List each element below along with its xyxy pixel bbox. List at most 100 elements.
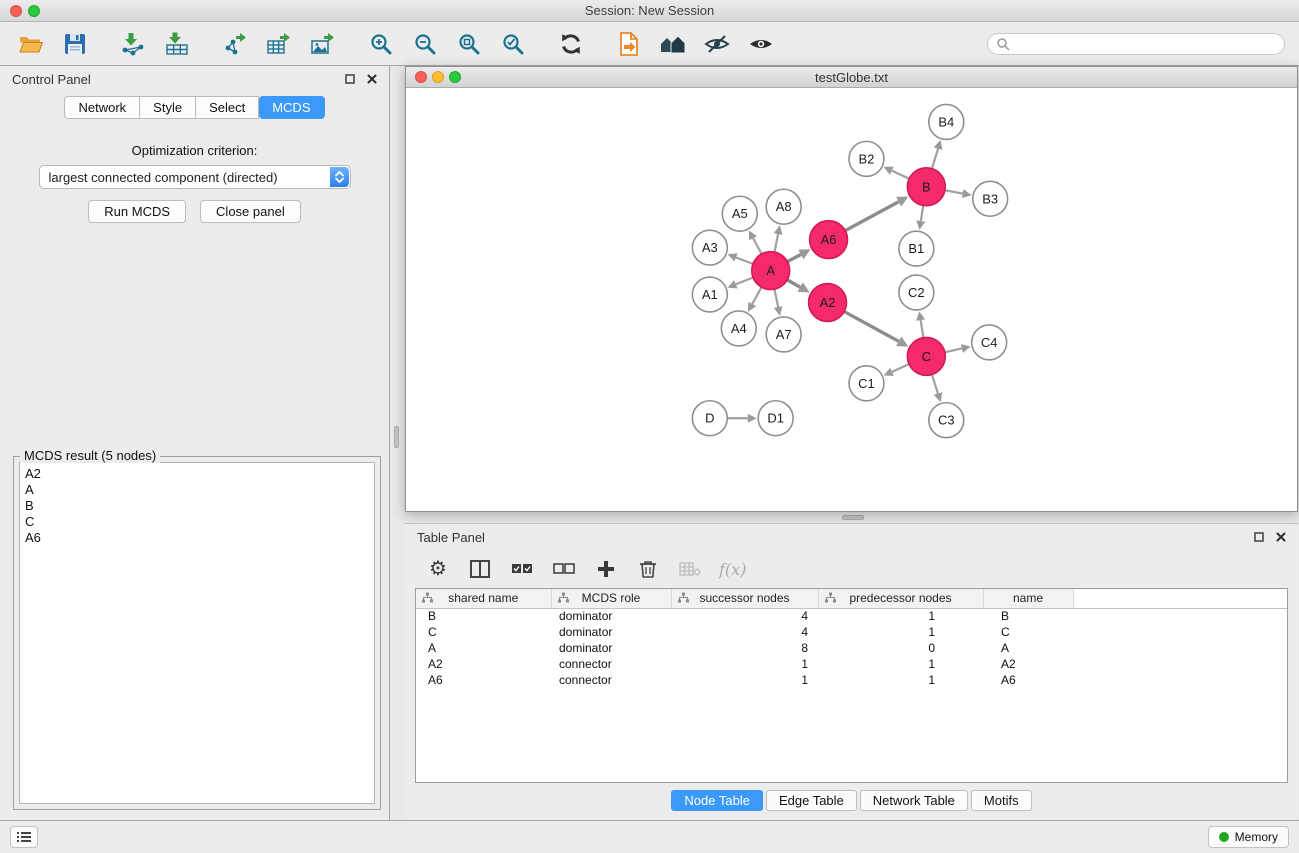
table-cell[interactable]: dominator	[551, 624, 671, 640]
close-window-button[interactable]	[10, 5, 22, 17]
deselect-all-button[interactable]	[551, 554, 577, 584]
graph-edge-A-A7[interactable]	[774, 289, 778, 307]
graph-edge-A-A3[interactable]	[736, 257, 753, 263]
graph-node-C[interactable]: C	[907, 337, 945, 375]
table-row[interactable]: Bdominator41B	[416, 608, 1287, 624]
table-cell[interactable]: connector	[551, 656, 671, 672]
tab-edge-table[interactable]: Edge Table	[766, 790, 857, 811]
export-image-button[interactable]	[306, 28, 340, 60]
toggle-details-button[interactable]	[700, 28, 734, 60]
table-cell[interactable]: A	[416, 640, 551, 656]
table-cell[interactable]: 1	[818, 656, 983, 672]
graph-edge-C-C1[interactable]	[892, 364, 909, 372]
table-cell[interactable]: 1	[671, 672, 818, 688]
table-cell[interactable]: C	[416, 624, 551, 640]
close-mcds-panel-button[interactable]: Close panel	[200, 200, 301, 223]
table-settings-button[interactable]: ⚙	[425, 554, 451, 584]
table-row[interactable]: Adominator80A	[416, 640, 1287, 656]
tab-style[interactable]: Style	[140, 96, 196, 119]
search-input[interactable]	[1015, 37, 1276, 51]
tab-mcds[interactable]: MCDS	[259, 96, 324, 119]
export-network-button[interactable]	[218, 28, 252, 60]
graph-node-A8[interactable]: A8	[766, 189, 801, 224]
table-cell[interactable]: A	[983, 640, 1073, 656]
table-cell[interactable]: A6	[983, 672, 1073, 688]
table-cell[interactable]: B	[416, 608, 551, 624]
table-cell[interactable]: A2	[416, 656, 551, 672]
table-cell[interactable]: 1	[818, 672, 983, 688]
graph-node-D[interactable]: D	[692, 401, 727, 436]
result-item[interactable]: A6	[25, 530, 369, 546]
function-builder-button[interactable]: f(x)	[719, 554, 746, 584]
optimization-criterion-select[interactable]: largest connected component (directed)	[39, 165, 351, 189]
graph-node-A5[interactable]: A5	[722, 196, 757, 231]
graph-edge-A-A4[interactable]	[752, 287, 761, 304]
column-header-successor-nodes[interactable]: successor nodes	[671, 589, 818, 608]
result-item[interactable]: A2	[25, 466, 369, 482]
close-panel-button[interactable]	[367, 74, 377, 84]
table-cell[interactable]: B	[983, 608, 1073, 624]
graph-node-B4[interactable]: B4	[929, 104, 964, 139]
import-table-button[interactable]	[160, 28, 194, 60]
table-cell[interactable]: 4	[671, 608, 818, 624]
graph-edge-A2-C[interactable]	[844, 312, 899, 342]
select-all-button[interactable]	[509, 554, 535, 584]
graph-node-C1[interactable]: C1	[849, 366, 884, 401]
column-header-predecessor-nodes[interactable]: predecessor nodes	[818, 589, 983, 608]
delete-table-button[interactable]	[677, 554, 703, 584]
graph-edge-B-B3[interactable]	[945, 190, 963, 193]
graph-node-A4[interactable]: A4	[721, 311, 756, 346]
network-file-button[interactable]	[612, 28, 646, 60]
column-header-shared-name[interactable]: shared name	[416, 589, 551, 608]
task-history-button[interactable]	[10, 826, 38, 848]
graph-node-B1[interactable]: B1	[899, 231, 934, 266]
graph-node-A7[interactable]: A7	[766, 317, 801, 352]
graph-node-A3[interactable]: A3	[692, 230, 727, 265]
graph-edge-B-B1[interactable]	[921, 205, 924, 221]
tab-network-table[interactable]: Network Table	[860, 790, 968, 811]
graph-edge-C-C3[interactable]	[932, 374, 938, 393]
graph-edge-B-B2[interactable]	[892, 171, 909, 179]
table-cell[interactable]: 1	[818, 624, 983, 640]
graph-edge-A-A6[interactable]	[787, 254, 800, 261]
network-canvas[interactable]: B4B2BB3A8A5A6B1A3AC2A1A2A4A7C4CC1C3DD1	[406, 88, 1297, 511]
horizontal-scrollbar-thumb[interactable]	[842, 515, 864, 520]
export-table-button[interactable]	[262, 28, 296, 60]
graph-edge-A-A8[interactable]	[774, 234, 778, 252]
float-table-panel-button[interactable]	[1254, 532, 1264, 542]
open-session-button[interactable]	[14, 28, 48, 60]
graph-node-B2[interactable]: B2	[849, 141, 884, 176]
tab-network[interactable]: Network	[64, 96, 140, 119]
home-button[interactable]	[656, 28, 690, 60]
network-close-button[interactable]	[415, 71, 427, 83]
memory-button[interactable]: Memory	[1208, 826, 1289, 848]
import-network-button[interactable]	[116, 28, 150, 60]
network-minimize-button[interactable]	[432, 71, 444, 83]
tab-select[interactable]: Select	[196, 96, 259, 119]
graph-edge-C-C2[interactable]	[921, 320, 924, 338]
graph-edge-B-B4[interactable]	[932, 149, 938, 169]
zoom-in-button[interactable]	[364, 28, 398, 60]
vertical-scrollbar-thumb[interactable]	[394, 426, 399, 448]
float-panel-button[interactable]	[345, 74, 355, 84]
zoom-window-button[interactable]	[28, 5, 40, 17]
graph-node-A6[interactable]: A6	[810, 221, 848, 259]
column-header-mcds-role[interactable]: MCDS role	[551, 589, 671, 608]
graph-node-C4[interactable]: C4	[972, 325, 1007, 360]
close-table-panel-button[interactable]	[1276, 532, 1286, 542]
table-cell[interactable]: 4	[671, 624, 818, 640]
table-cell[interactable]: dominator	[551, 608, 671, 624]
graph-edge-A-A1[interactable]	[736, 278, 753, 285]
zoom-selected-button[interactable]	[496, 28, 530, 60]
graph-node-A[interactable]: A	[752, 252, 790, 290]
graph-node-A2[interactable]: A2	[809, 284, 847, 322]
table-cell[interactable]: connector	[551, 672, 671, 688]
graph-node-B3[interactable]: B3	[973, 181, 1008, 216]
column-selector-button[interactable]	[467, 554, 493, 584]
search-box[interactable]	[987, 33, 1285, 55]
graph-node-B[interactable]: B	[907, 168, 945, 206]
table-cell[interactable]: 0	[818, 640, 983, 656]
network-zoom-button[interactable]	[449, 71, 461, 83]
graph-edge-A-A2[interactable]	[787, 280, 800, 287]
table-cell[interactable]: C	[983, 624, 1073, 640]
